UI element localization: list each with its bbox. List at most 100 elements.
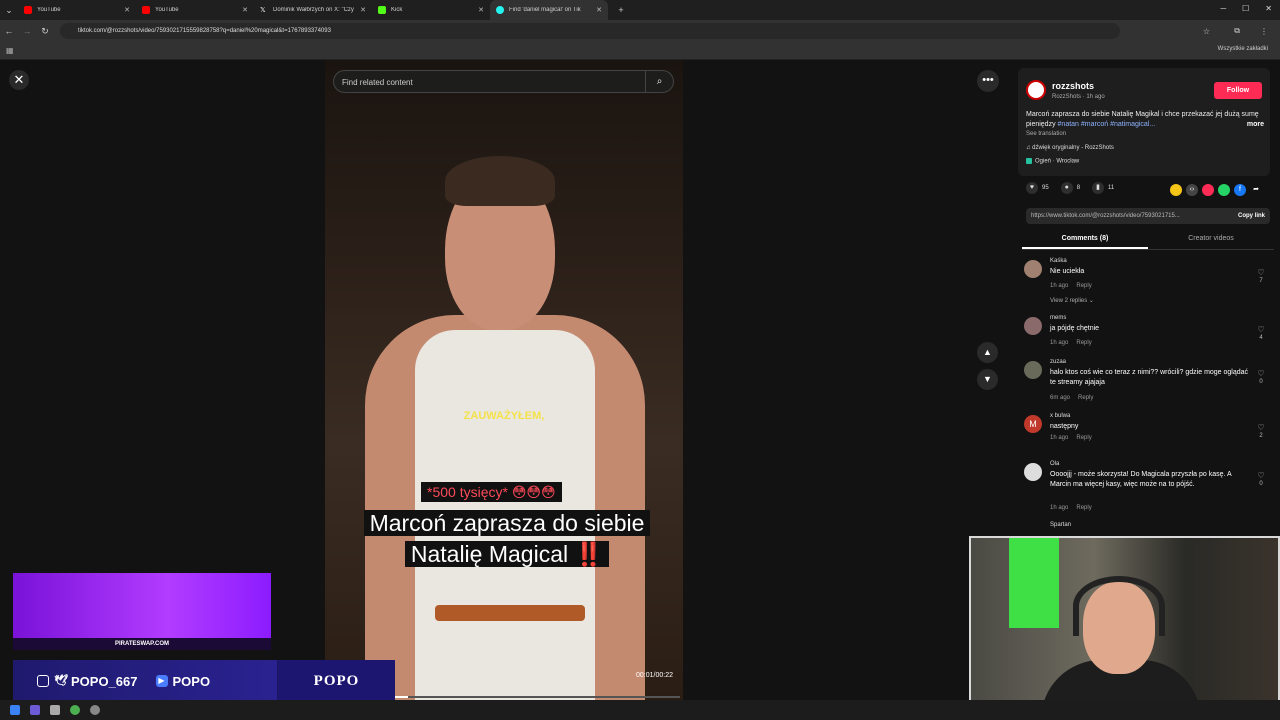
commenter-name[interactable]: Spartan [1050, 522, 1071, 528]
embed-icon[interactable]: ‹› [1186, 184, 1198, 196]
send-icon[interactable] [1202, 184, 1214, 196]
back-icon[interactable]: ← [0, 26, 18, 36]
comment-like[interactable]: ♡ 2 [1256, 423, 1266, 441]
close-tab-icon[interactable]: ✕ [242, 6, 248, 14]
location-link[interactable]: Ogień · Wrocław [1026, 158, 1079, 165]
browser-tab-bar: ⌄ YouTube ✕ YouTube ✕ 𝕏 Dominik Wałbrzyc… [0, 0, 1280, 20]
close-window-icon[interactable]: ✕ [1265, 4, 1272, 13]
comment-like-count: 4 [1259, 335, 1263, 341]
author-name[interactable]: rozzshots [1052, 81, 1094, 91]
bookmark-star-icon[interactable]: ☆ [1203, 27, 1210, 36]
previous-video-icon[interactable]: ▲ [977, 342, 998, 363]
app-icon[interactable] [90, 705, 100, 715]
commenter-avatar[interactable] [1024, 361, 1042, 379]
link-box: https://www.tiktok.com/@rozzshots/video/… [1026, 208, 1270, 224]
menu-icon[interactable]: ⋮ [1260, 27, 1268, 36]
comment-item: zuzaa halo ktos coś wie co teraz z nimi?… [1022, 357, 1272, 407]
author-avatar[interactable] [1026, 80, 1046, 100]
search-input[interactable] [342, 75, 642, 89]
see-translation-link[interactable]: See translation [1026, 131, 1066, 137]
app-icon[interactable] [30, 705, 40, 715]
search-icon[interactable]: ⌕ [645, 71, 673, 92]
comment-like[interactable]: ♡ 0 [1256, 471, 1266, 489]
more-link[interactable]: more [1247, 120, 1264, 130]
kick-icon [378, 6, 386, 14]
share-emoji-icon[interactable] [1170, 184, 1182, 196]
all-bookmarks[interactable]: Wszystkie zakładki [1218, 46, 1268, 52]
reply-button[interactable]: Reply [1076, 283, 1091, 289]
facebook-icon[interactable]: f [1234, 184, 1246, 196]
comment-like[interactable]: ♡ 4 [1256, 325, 1266, 343]
comment-tabs: Comments (8) Creator videos [1022, 230, 1274, 250]
maximize-icon[interactable]: ☐ [1242, 4, 1249, 13]
reply-button[interactable]: Reply [1078, 395, 1093, 401]
url-field[interactable]: tiktok.com/@rozzshots/video/759302171555… [60, 23, 1120, 39]
sponsor-site: PIRATESWAP.COM [13, 638, 271, 650]
browser-tab-youtube-2[interactable]: YouTube ✕ [136, 0, 254, 20]
reload-icon[interactable]: ↻ [36, 26, 54, 37]
reply-button[interactable]: Reply [1076, 340, 1091, 346]
reply-button[interactable]: Reply [1076, 435, 1091, 441]
like-stat[interactable]: ♥ 95 [1026, 182, 1049, 194]
video-progress-bar[interactable] [395, 696, 680, 698]
new-tab-button[interactable]: + [612, 5, 630, 15]
browser-tab-tiktok[interactable]: Find 'daniel magical' on Tik ✕ [490, 0, 608, 20]
close-tab-icon[interactable]: ✕ [478, 6, 484, 14]
webcam-green-light [1009, 538, 1059, 628]
browser-tab-youtube-1[interactable]: YouTube ✕ [18, 0, 136, 20]
share-arrow-icon[interactable]: ➦ [1250, 184, 1262, 196]
comment-icon: ● [1060, 182, 1073, 194]
commenter-avatar[interactable]: M [1024, 415, 1042, 433]
streamer-brand: POPO [278, 660, 395, 702]
commenter-name[interactable]: mems [1050, 315, 1066, 321]
close-icon[interactable]: ✕ [9, 70, 29, 90]
caption-line-2: Natalię Magical ‼️ [404, 541, 610, 567]
youtube-icon: ▶ [155, 675, 168, 687]
extensions-icon[interactable]: ⧉ [1234, 26, 1240, 36]
chrome-icon[interactable] [70, 705, 80, 715]
hashtags[interactable]: #natan #marcoń #natimagical... [1058, 121, 1156, 128]
copy-link-button[interactable]: Copy link [1238, 208, 1265, 224]
comment-stat[interactable]: ● 8 [1060, 182, 1081, 194]
window-controls: ─ ☐ ✕ [1220, 4, 1272, 13]
comment-like[interactable]: ♡ 7 [1256, 268, 1266, 286]
close-tab-icon[interactable]: ✕ [360, 6, 366, 14]
tab-comments[interactable]: Comments (8) [1022, 230, 1148, 249]
comment-like[interactable]: ♡ 0 [1256, 369, 1266, 387]
reply-button[interactable]: Reply [1076, 505, 1091, 511]
commenter-name[interactable]: zuzaa [1050, 359, 1066, 365]
start-icon[interactable] [10, 705, 20, 715]
post-info-card: rozzshots RozzShots · 1h ago Follow Marc… [1018, 68, 1270, 176]
commenter-avatar[interactable] [1024, 317, 1042, 335]
close-tab-icon[interactable]: ✕ [124, 6, 130, 14]
more-options-icon[interactable]: ••• [977, 70, 999, 92]
browser-tab-x[interactable]: 𝕏 Dominik Wałbrzych on X: "Czy ✕ [254, 0, 372, 20]
comment-text: ja pójdę chętnie [1050, 325, 1100, 332]
tab-creator-videos[interactable]: Creator videos [1148, 230, 1274, 249]
close-tab-icon[interactable]: ✕ [596, 6, 602, 14]
browser-tab-kick[interactable]: Kick ✕ [372, 0, 490, 20]
whatsapp-icon[interactable] [1218, 184, 1230, 196]
commenter-name[interactable]: Kaśka [1050, 258, 1067, 264]
apps-icon[interactable]: ▦ [6, 46, 14, 55]
forward-icon[interactable]: → [18, 26, 36, 36]
commenter-avatar[interactable] [1024, 260, 1042, 278]
commenter-name[interactable]: x bulwa [1050, 413, 1070, 419]
comment-count: 8 [1076, 185, 1081, 191]
next-video-icon[interactable]: ▼ [977, 369, 998, 390]
save-stat[interactable]: ▮ 11 [1092, 182, 1114, 194]
tab-label: Find 'daniel magical' on Tik [509, 7, 581, 13]
commenter-avatar[interactable] [1024, 463, 1042, 481]
os-taskbar [0, 700, 1280, 720]
video-player[interactable]: ZAUWAŻYŁEM, *500 tysięcy* 😳😳😳 Marcoń zap… [325, 60, 683, 700]
comment-item: Ola Oooojjj - może skorzysta! Do Magical… [1022, 459, 1272, 517]
commenter-name[interactable]: Ola [1050, 461, 1059, 467]
location-icon [1026, 158, 1032, 164]
view-replies-button[interactable]: View 2 replies ⌄ [1050, 297, 1094, 304]
music-link[interactable]: ♫ dźwięk oryginalny - RozzShots [1026, 145, 1114, 151]
follow-button[interactable]: Follow [1214, 82, 1262, 99]
comment-time: 1h ago [1050, 505, 1069, 511]
tab-list-icon[interactable]: ⌄ [0, 5, 18, 16]
app-icon[interactable] [50, 705, 60, 715]
minimize-icon[interactable]: ─ [1220, 4, 1226, 13]
